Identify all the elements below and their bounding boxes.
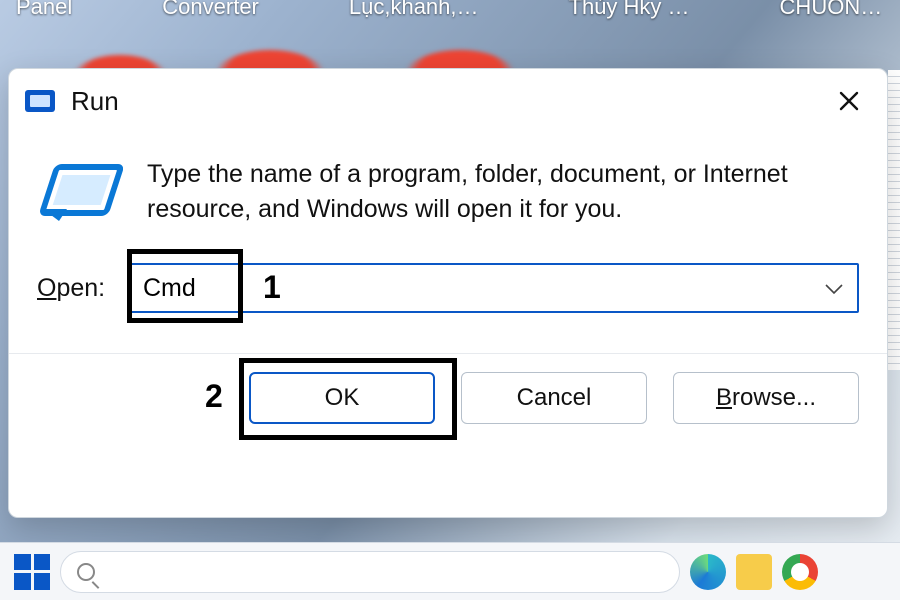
close-button[interactable] bbox=[827, 79, 871, 123]
desktop-icon-label[interactable]: Panel bbox=[16, 0, 72, 20]
search-icon bbox=[77, 563, 95, 581]
chevron-down-icon[interactable] bbox=[811, 275, 857, 301]
desktop-background: Panel Converter Lục,khanh,… Thủy Hky … C… bbox=[0, 0, 900, 600]
run-large-icon bbox=[37, 161, 123, 233]
run-dialog: Run Type the name of a program, folder, … bbox=[8, 68, 888, 518]
close-icon bbox=[839, 91, 859, 111]
run-icon bbox=[25, 90, 55, 112]
background-window-sliver bbox=[888, 70, 900, 370]
dialog-title: Run bbox=[71, 86, 119, 117]
desktop-icon-labels-row: Panel Converter Lục,khanh,… Thủy Hky … C… bbox=[0, 0, 900, 20]
open-row: Open: 1 bbox=[9, 233, 887, 313]
button-row: 2 OK Cancel Browse... bbox=[9, 354, 887, 424]
desktop-icon-label[interactable]: Lục,khanh,… bbox=[349, 0, 479, 20]
desktop-icon-label[interactable]: Converter bbox=[162, 0, 259, 20]
open-combobox[interactable] bbox=[129, 263, 859, 313]
browse-button[interactable]: Browse... bbox=[673, 372, 859, 424]
chrome-icon[interactable] bbox=[782, 554, 818, 590]
instruction-text: Type the name of a program, folder, docu… bbox=[147, 157, 859, 233]
start-button[interactable] bbox=[14, 554, 50, 590]
cancel-button[interactable]: Cancel bbox=[461, 372, 647, 424]
dialog-body: Type the name of a program, folder, docu… bbox=[9, 127, 887, 233]
titlebar[interactable]: Run bbox=[9, 69, 887, 127]
open-input[interactable] bbox=[131, 265, 811, 311]
desktop-icon-label[interactable]: CHUON… bbox=[780, 0, 883, 20]
annotation-number-2: 2 bbox=[205, 378, 223, 415]
taskbar-search[interactable] bbox=[60, 551, 680, 593]
edge-icon[interactable] bbox=[690, 554, 726, 590]
desktop-icon-label[interactable]: Thủy Hky … bbox=[569, 0, 690, 20]
ok-button[interactable]: OK bbox=[249, 372, 435, 424]
open-label: Open: bbox=[37, 274, 129, 303]
file-explorer-icon[interactable] bbox=[736, 554, 772, 590]
taskbar[interactable] bbox=[0, 542, 900, 600]
